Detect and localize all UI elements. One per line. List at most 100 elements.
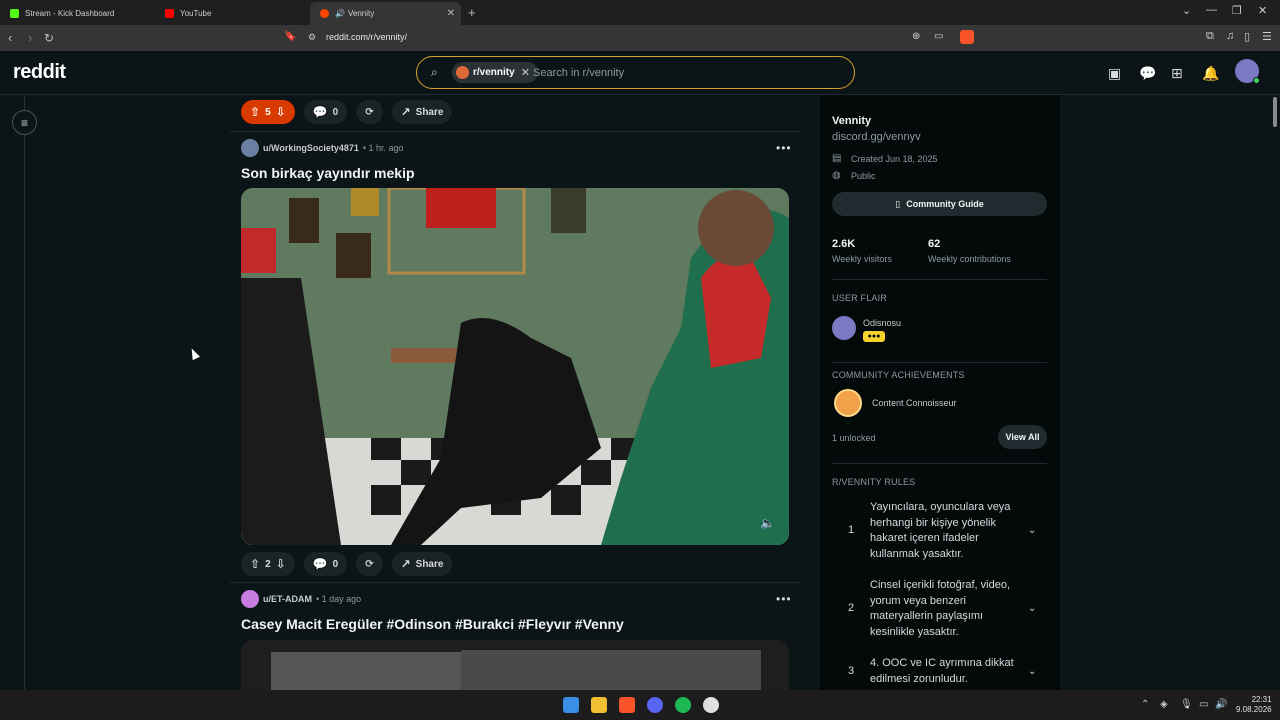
rule-item[interactable]: 2 Cinsel içerikli fotoğraf, video, yorum… [832,578,1047,640]
tab-label: Stream - Kick Dashboard [25,9,115,18]
app-icon[interactable] [703,697,719,713]
chevron-down-icon[interactable]: ⌄ [1028,525,1036,536]
view-all-button[interactable]: View All [998,425,1047,449]
achievement-name[interactable]: Content Connoisseur [872,398,957,408]
mute-icon[interactable]: 🔈 [760,516,778,532]
crosspost-button[interactable]: ⟳ [356,100,383,124]
share-label: Share [415,558,444,570]
flair-username[interactable]: Odisnosu [863,318,901,328]
advertise-icon[interactable]: ▣ [1108,65,1121,82]
start-icon[interactable] [563,697,579,713]
comments-button[interactable]: 💬 0 [303,100,348,124]
tab-search-icon[interactable]: ⌄ [1182,4,1191,17]
sidebar-icon[interactable]: ▯ [1244,30,1250,43]
author-link[interactable]: u/ET-ADAM [263,594,312,604]
community-name[interactable]: Vennity [832,115,871,127]
share-button[interactable]: ↗ Share [391,100,453,124]
downvote-icon[interactable]: ⇩ [276,105,286,119]
post-video[interactable] [241,188,789,545]
video-frame [241,188,789,545]
search-bar[interactable]: ⌕ r/vennity ✕ Search in r/vennity [416,56,855,89]
close-tab-icon[interactable]: ✕ [447,8,455,19]
post-options-icon[interactable]: ••• [776,592,792,606]
upvote-icon[interactable]: ⇧ [250,105,260,119]
tray-app-icon[interactable]: ◈ [1160,699,1168,710]
post-video[interactable] [241,640,789,690]
prev-post-actions: ⇧ 5 ⇩ 💬 0 ⟳ ↗ Share [241,100,461,124]
post-title[interactable]: Casey Macit Eregüler #Odinson #Burakci #… [241,616,624,632]
post-title[interactable]: Son birkaç yayındır mekip [241,165,415,181]
visibility-text: Public [851,170,876,181]
menu-icon[interactable]: ☰ [1262,30,1272,43]
subreddit-icon [456,66,469,79]
post-divider [230,582,800,583]
author-link[interactable]: u/WorkingSociety4871 [263,143,359,153]
post-options-icon[interactable]: ••• [776,141,792,155]
rule-item[interactable]: 3 4. OOC ve IC ayrımına dikkat edilmesi … [832,656,1047,690]
chevron-down-icon[interactable]: ⌄ [1028,666,1036,677]
back-button[interactable]: ‹ [8,30,12,45]
reddit-logo[interactable]: reddit [13,61,66,84]
rule-number: 2 [848,602,855,614]
forward-button[interactable]: › [28,30,32,45]
user-avatar[interactable] [1235,59,1260,84]
url-bar[interactable]: 🔖 ⚙ reddit.com/r/vennity/ ⊕ ▭ [280,28,980,48]
chat-icon[interactable]: 💬 [1139,65,1156,82]
tab-kick-dashboard[interactable]: Stream - Kick Dashboard [0,2,155,25]
bookmark-icon[interactable]: 🔖 [284,31,296,42]
media-icon[interactable]: ♫ [1226,30,1234,42]
crosspost-button[interactable]: ⟳ [356,552,383,576]
rule-text: Yayıncılara, oyunculara veya herhangi bi… [870,501,1011,560]
remove-chip-icon[interactable]: ✕ [521,66,530,79]
minimize-button[interactable]: — [1206,4,1217,16]
chevron-down-icon[interactable]: ⌄ [1028,603,1036,614]
system-clock[interactable]: 22:31 9.08.2026 [1236,695,1272,715]
file-explorer-icon[interactable] [591,697,607,713]
hamburger-menu-button[interactable]: ≡ [12,110,37,135]
downvote-icon[interactable]: ⇩ [276,557,286,571]
tray-chevron-icon[interactable]: ⌃ [1141,699,1149,710]
author-avatar[interactable] [241,139,259,157]
close-window-button[interactable]: ✕ [1258,4,1267,17]
zoom-icon[interactable]: ⊕ [912,31,920,42]
brave-icon[interactable] [619,697,635,713]
tab-youtube[interactable]: YouTube [155,2,310,25]
site-info-icon[interactable]: ⚙ [308,32,316,43]
page-scrollbar[interactable] [1272,95,1278,690]
vote-pill[interactable]: ⇧ 5 ⇩ [241,100,295,124]
rule-number: 3 [848,665,855,677]
extensions-icon[interactable]: ⧉ [1206,30,1214,43]
rule-item[interactable]: 1 Yayıncılara, oyunculara veya herhangi … [832,500,1047,562]
brave-shields-icon[interactable] [960,30,974,44]
network-icon[interactable]: ▭ [1199,699,1208,710]
spotify-icon[interactable] [675,697,691,713]
vote-pill[interactable]: ⇧ 2 ⇩ [241,552,295,576]
tab-vennity[interactable]: 🔊 Vennity ✕ [310,2,461,25]
visitors-label: Weekly visitors [832,254,892,264]
url-text[interactable]: reddit.com/r/vennity/ [326,32,407,42]
author-avatar[interactable] [241,590,259,608]
upvote-icon[interactable]: ⇧ [250,557,260,571]
created-row: ▤ Created Jun 18, 2025 [832,153,938,164]
post-time: • 1 day ago [316,594,362,604]
volume-icon[interactable]: 🔊 [1215,699,1227,710]
left-rail-divider [24,95,25,690]
comments-button[interactable]: 💬 0 [303,552,348,576]
new-tab-button[interactable]: + [468,5,476,20]
share-button[interactable]: ↗ Share [391,552,453,576]
flair-badge[interactable]: ●●● [863,331,885,342]
subreddit-chip[interactable]: r/vennity ✕ [452,62,538,83]
community-guide-button[interactable]: ▯ Community Guide [832,192,1047,216]
guide-label: Community Guide [906,199,984,209]
discord-icon[interactable] [647,697,663,713]
search-input[interactable]: Search in r/vennity [533,67,624,79]
reload-button[interactable]: ↻ [44,31,54,45]
create-post-icon[interactable]: ⊞ [1171,65,1183,82]
scroll-thumb[interactable] [1273,97,1277,127]
rule-text: Cinsel içerikli fotoğraf, video, yorum v… [870,579,1011,638]
maximize-button[interactable]: ❐ [1232,4,1242,17]
cast-icon[interactable]: ▭ [934,31,943,42]
notifications-icon[interactable]: 🔔 [1202,65,1219,82]
community-link[interactable]: discord.gg/vennyv [832,131,921,143]
microphone-icon[interactable]: 🎙 [1180,699,1193,710]
